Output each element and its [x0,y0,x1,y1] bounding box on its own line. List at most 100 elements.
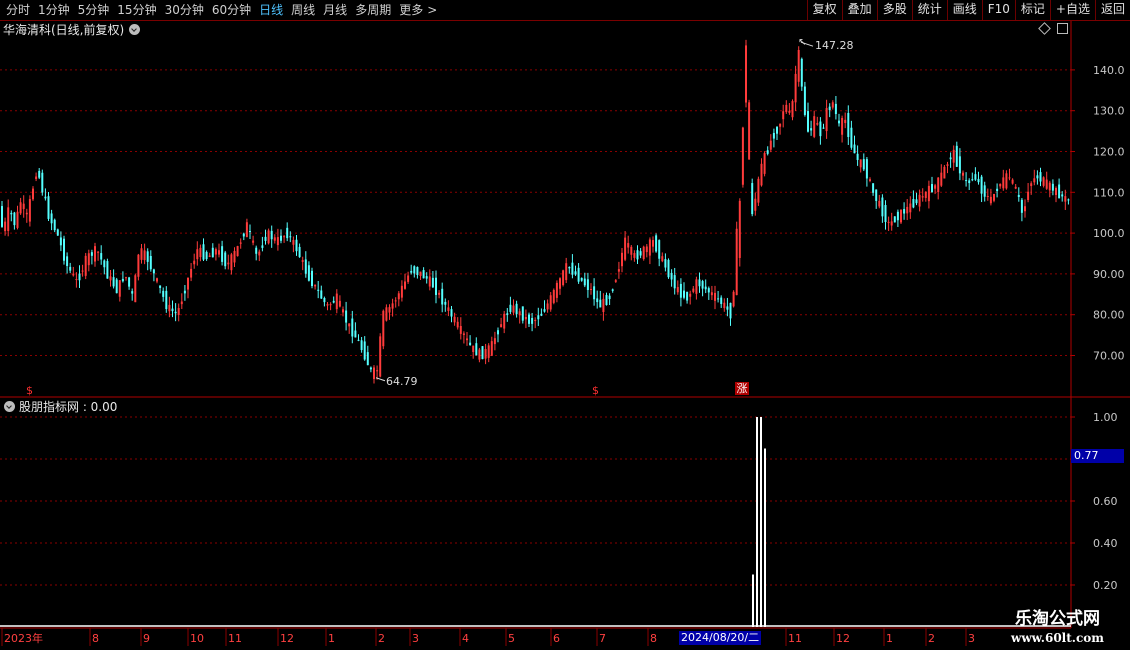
tool-button-1[interactable]: 叠加 [841,0,877,20]
candle-body [416,267,419,275]
candle-body [586,279,589,290]
tool-button-4[interactable]: 画线 [946,0,982,20]
chevron-down-icon[interactable] [4,400,15,412]
candle-body [844,119,847,124]
period-tab-7[interactable]: 周线 [287,0,319,20]
candle-body [903,209,906,214]
period-tab-0[interactable]: 分时 [2,0,34,20]
candle-body [624,237,627,260]
period-tab-1[interactable]: 1分钟 [34,0,74,20]
candle-body [478,349,481,360]
date-label: 11 [788,632,802,645]
candle-body [168,304,171,312]
indicator-tick-label: 0.40 [1093,537,1118,550]
tool-button-6[interactable]: 标记 [1014,0,1050,20]
candle-body [472,345,475,353]
candle-body [568,266,571,269]
candle-body [639,251,642,256]
candle-body [128,277,131,287]
maximize-icon[interactable] [1057,23,1068,34]
period-tab-4[interactable]: 30分钟 [161,0,208,20]
candle-body [896,211,899,221]
candle-body [7,207,10,232]
candle-body [565,263,568,281]
candle-body [779,123,782,127]
candle-body [887,221,890,223]
candle-body [97,251,100,253]
candle-body [363,341,366,360]
candle-body [1055,187,1057,196]
candle-body [524,316,527,320]
candle-body [577,267,580,282]
candle-body [81,270,84,272]
candle-body [534,319,537,321]
candle-body [366,352,369,366]
candle-body [115,279,118,294]
date-label: 1 [886,632,893,645]
candle-body [338,300,341,307]
candle-body [1036,175,1039,179]
axes: 140.0 130.0 120.0 110.0 100.0 90.00 80.00 70.00… [0,21,1130,646]
period-tab-5[interactable]: 60分钟 [208,0,255,20]
candle-body [834,103,837,115]
date-label: 10 [190,632,204,645]
candle-body [22,203,25,210]
candle-body [509,304,512,312]
period-tab-3[interactable]: 15分钟 [113,0,160,20]
candle-body [686,291,689,301]
candle-body [695,279,698,294]
price-tick-label: 120.0 [1093,146,1125,159]
price-tick-label: 70.00 [1093,350,1125,363]
candle-body [943,166,946,179]
diamond-icon[interactable] [1038,22,1051,35]
candle-body [710,292,713,296]
tool-button-8[interactable]: 返回 [1094,0,1130,20]
period-tab-10[interactable]: 更多 [395,0,427,20]
tool-button-2[interactable]: 多股 [876,0,912,20]
tool-button-0[interactable]: 复权 [806,0,842,20]
candle-body [342,309,344,313]
stock-title-row: 华海清科(日线,前复权) [0,21,141,37]
candle-body [311,270,313,287]
candle-body [772,132,775,139]
period-tab-6[interactable]: 日线 [255,0,287,20]
candle-body [528,314,530,324]
candle-body [438,292,441,295]
period-tab-2[interactable]: 5分钟 [74,0,114,20]
stock-title: 华海清科(日线,前复权) [3,22,125,37]
indicator-tick-label: 0.60 [1093,495,1118,508]
candle-body [134,275,137,303]
candle-body [103,260,106,268]
chevron-down-icon[interactable] [129,23,141,35]
candle-body [56,229,59,236]
period-tab-9[interactable]: 多周期 [351,0,395,20]
candle-body [794,73,797,103]
chevron-right-icon[interactable]: > [427,0,441,20]
candle-body [776,127,778,134]
tool-button-3[interactable]: 统计 [911,0,947,20]
date-label: 8 [650,632,657,645]
tool-button-7[interactable]: +自选 [1049,0,1095,20]
period-tabs: 分时 1分钟 5分钟 15分钟 30分钟 60分钟 日线 周线 月线 多周期 更多 > [0,0,441,20]
candle-body [890,221,893,226]
tool-button-5[interactable]: F10 [981,0,1015,20]
candle-body [924,191,927,198]
candle-body [748,102,751,160]
candle-body [280,235,282,241]
candle-body [884,205,887,223]
candle-body [704,286,707,290]
candle-body [785,104,788,112]
candle-body [379,336,382,377]
candle-body [289,236,292,238]
candle-body [800,58,803,87]
candle-body [10,212,13,215]
candlestick-chart[interactable]: 140.0 130.0 120.0 110.0 100.0 90.00 80.00 70.00… [0,0,1130,650]
date-cursor: 2024/08/20/二 [679,631,762,645]
period-tab-8[interactable]: 月线 [319,0,351,20]
candle-body [543,309,546,312]
candle-body [230,254,233,271]
candle-body [810,128,813,131]
candle-body [521,306,524,321]
candle-body [878,200,881,207]
price-tick-label: 90.00 [1093,268,1125,281]
